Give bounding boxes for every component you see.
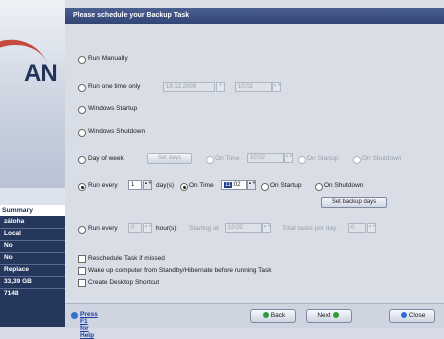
days-value-spinner-icon[interactable]: ▲▼ [143,180,152,190]
main-panel: Please schedule your Backup Task Run Man… [65,0,444,339]
days-time-spinner-icon[interactable]: ▲▼ [247,180,256,190]
date-dropdown-icon[interactable]: ▼ [216,82,225,92]
radio-run-every-hours[interactable] [78,226,86,234]
set-backup-days-button[interactable]: Set backup days [321,197,387,208]
divider [0,276,65,277]
divider [0,240,65,241]
days-time-hour: 11 [224,182,233,188]
radio-day-of-week[interactable] [78,156,86,164]
summary-item-mode: Replace [4,266,29,273]
close-label: Close [408,312,426,319]
divider [0,264,65,265]
divider [0,288,65,289]
divider [0,228,65,229]
radio-days-on-startup[interactable] [261,183,269,191]
page-title: Please schedule your Backup Task [73,12,190,19]
close-button[interactable]: Close [389,309,435,323]
checkbox-wake-up[interactable] [78,267,86,275]
radio-run-every-days[interactable] [78,183,86,191]
one-time-time-spinner-icon[interactable]: ▲▼ [272,82,281,92]
sidebar: AN Summary záloha Local No No Replace 33… [0,0,65,327]
schedule-form: Run Manually Run one time only 19.12.200… [75,28,437,293]
radio-run-manually[interactable] [78,56,86,64]
summary-item-option-2: No [4,254,13,261]
summary-item-location: Local [4,230,21,237]
checkbox-desktop-shortcut[interactable] [78,279,86,287]
divider [0,252,65,253]
hours-start-time-field[interactable]: 10:02 [225,223,262,233]
next-icon [332,312,339,318]
days-time-field[interactable]: 11:02 [221,180,247,190]
next-button[interactable]: Next [306,309,352,323]
label-wake-up: Wake up computer from Standby/Hibernate … [88,267,272,274]
logo-text: AN [24,60,58,87]
label-total-tasks: Total tasks per day [282,225,337,232]
label-run-manually: Run Manually [88,55,128,62]
hours-value-spinner-icon[interactable]: ▲▼ [143,223,152,233]
summary-item-task-name: záloha [4,218,25,225]
title-bar: Please schedule your Backup Task [65,8,444,24]
label-day-of-week: Day of week [88,155,124,162]
next-label: Next [317,312,331,319]
label-windows-shutdown: Windows Shutdown [88,128,146,135]
radio-days-on-time[interactable] [180,183,188,191]
one-time-date-field[interactable]: 19.12.2008 [163,82,215,92]
back-icon [262,312,269,318]
days-value-field[interactable]: 1 [128,180,142,190]
radio-run-one-time[interactable] [78,84,86,92]
label-run-one-time: Run one time only [88,83,141,90]
label-windows-startup: Windows Startup [88,105,138,112]
label-dow-on-time: On Time [215,155,240,162]
label-desktop-shortcut: Create Desktop Shortcut [88,279,160,286]
summary-item-option-1: No [4,242,13,249]
label-reschedule: Reschedule Task if missed [88,255,165,262]
label-hours-unit: hour(s) [156,225,177,232]
back-button[interactable]: Back [250,309,296,323]
dow-time-spinner-icon[interactable]: ▲▼ [284,153,293,163]
label-starting-at: Starting at [189,225,219,232]
hours-start-time-spinner-icon[interactable]: ▲▼ [262,223,271,233]
dow-time-field[interactable]: 10:02 [247,153,284,163]
summary-list: záloha Local No No Replace 33,39 GB 7148 [0,216,65,327]
app-logo: AN [0,0,65,188]
radio-days-on-shutdown[interactable] [315,183,323,191]
help-icon [71,312,78,319]
close-icon [400,312,407,318]
radio-dow-on-shutdown[interactable] [353,156,361,164]
summary-item-size: 33,39 GB [4,278,32,285]
summary-title: Summary [0,205,65,216]
label-dow-on-startup: On Startup [307,155,339,162]
radio-windows-shutdown[interactable] [78,129,86,137]
label-days-on-time: On Time [189,182,214,189]
radio-dow-on-startup[interactable] [298,156,306,164]
one-time-time-field[interactable]: 10:02 [235,82,272,92]
label-run-every-hours: Run every [88,225,118,232]
total-tasks-field[interactable]: 0 [348,223,366,233]
bottom-bar: Press F1 for Help Back Next Close [65,303,444,339]
help-link[interactable]: Press F1 for Help [80,311,98,339]
radio-windows-startup[interactable] [78,106,86,114]
hours-value-field[interactable]: 0 [128,223,142,233]
summary-item-count: 7148 [4,290,19,297]
label-days-on-startup: On Startup [270,182,302,189]
set-days-button[interactable]: Set days [147,153,192,164]
label-run-every-days: Run every [88,182,118,189]
days-time-minutes: :02 [232,182,241,188]
label-days-unit: day(s) [156,182,175,189]
total-tasks-spinner-icon[interactable]: ▲▼ [367,223,376,233]
checkbox-reschedule[interactable] [78,255,86,263]
label-days-on-shutdown: On Shutdown [324,182,364,189]
back-label: Back [270,312,286,319]
label-dow-on-shutdown: On Shutdown [362,155,402,162]
radio-dow-on-time[interactable] [206,156,214,164]
